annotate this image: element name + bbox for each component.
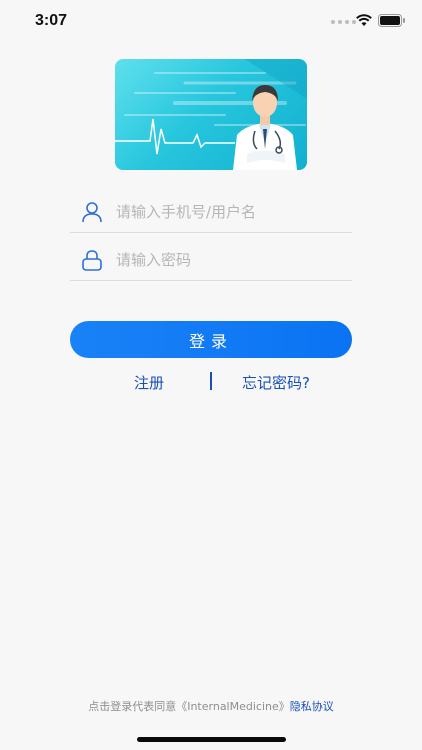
signal-dots-icon	[331, 20, 356, 24]
battery-icon	[378, 14, 405, 27]
forgot-password-link[interactable]: 忘记密码?	[242, 372, 310, 393]
link-divider	[210, 372, 212, 390]
doctor-heartbeat-illustration	[115, 59, 307, 170]
agreement-text: 点击登录代表同意《InternalMedicine》隐私协议	[0, 698, 422, 714]
status-bar: 3:07	[0, 0, 422, 44]
username-field-row	[70, 187, 352, 233]
user-icon	[82, 202, 102, 223]
banner-illustration	[115, 59, 307, 170]
password-input[interactable]	[116, 247, 346, 273]
login-button[interactable]: 登录	[70, 321, 352, 358]
lock-icon	[82, 250, 102, 271]
status-time: 3:07	[35, 12, 68, 29]
username-input[interactable]	[116, 199, 346, 225]
password-field-row	[70, 235, 352, 281]
home-indicator[interactable]	[137, 737, 286, 742]
register-link[interactable]: 注册	[134, 372, 164, 393]
wifi-icon	[356, 14, 372, 26]
privacy-policy-link[interactable]: 隐私协议	[290, 700, 334, 713]
agreement-prefix: 点击登录代表同意《InternalMedicine》	[88, 700, 290, 713]
